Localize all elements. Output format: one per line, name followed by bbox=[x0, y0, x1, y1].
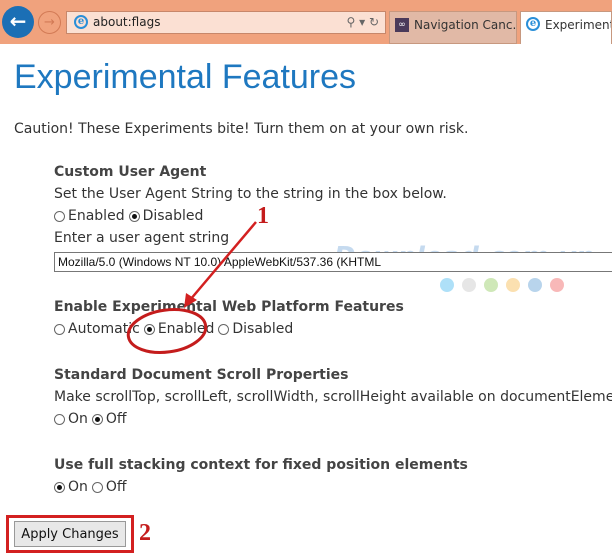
step-2-label: 2 bbox=[139, 520, 151, 546]
step-1-label: 1 bbox=[257, 203, 269, 229]
annotation-circle bbox=[126, 308, 208, 354]
annotation-overlay bbox=[126, 221, 257, 354]
annotation-arrow bbox=[189, 221, 257, 301]
